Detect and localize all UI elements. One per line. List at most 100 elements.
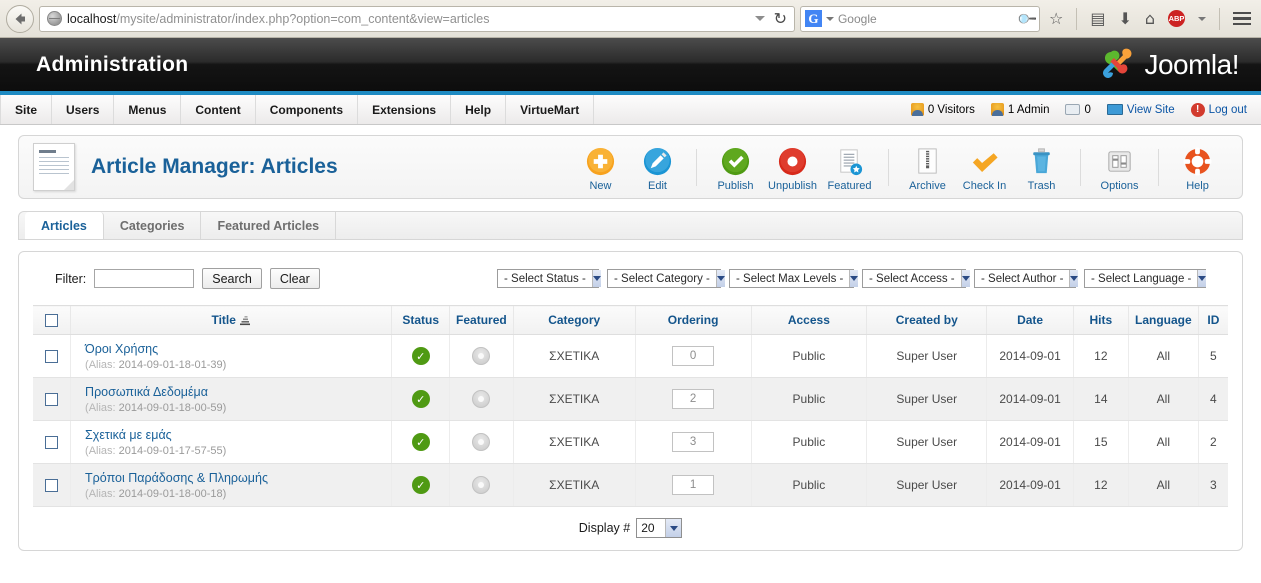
browser-search-box[interactable]: G Google 🔍 xyxy=(799,5,1040,32)
col-date[interactable]: Date xyxy=(986,305,1074,335)
messages-status[interactable]: 0 xyxy=(1065,104,1091,116)
article-title-link[interactable]: Όροι Χρήσης xyxy=(85,342,158,356)
view-site-label[interactable]: View Site xyxy=(1127,104,1175,116)
row-checkbox-cell xyxy=(33,334,71,378)
logout-link[interactable]: ! Log out xyxy=(1190,102,1247,117)
search-input[interactable] xyxy=(94,269,195,288)
row-access-cell: Public xyxy=(750,377,867,421)
checkin-button[interactable]: Check In xyxy=(956,143,1013,192)
trash-button[interactable]: Trash xyxy=(1013,143,1070,192)
chevron-down-icon xyxy=(715,270,725,287)
status-published-icon[interactable]: ✓ xyxy=(411,433,430,451)
select-all-checkbox[interactable] xyxy=(45,314,59,328)
magnifier-icon[interactable]: 🔍 xyxy=(1015,7,1038,30)
logout-label[interactable]: Log out xyxy=(1209,104,1247,116)
row-id-cell: 3 xyxy=(1197,463,1228,507)
row-created-by-cell: Super User xyxy=(866,463,987,507)
row-checkbox[interactable] xyxy=(45,393,59,407)
status-published-icon[interactable]: ✓ xyxy=(411,347,430,365)
menu-item-menus[interactable]: Menus xyxy=(114,95,182,124)
article-title-link[interactable]: Σχετικά με εμάς xyxy=(85,428,172,442)
menu-item-components[interactable]: Components xyxy=(256,95,359,124)
archive-button[interactable]: Archive xyxy=(899,143,956,192)
publish-button[interactable]: Publish xyxy=(707,143,764,192)
article-title-link[interactable]: Προσωπικά Δεδομέμα xyxy=(85,385,208,399)
alias-prefix: (Alias: xyxy=(85,487,116,500)
checkin-button-label: Check In xyxy=(962,179,1007,192)
select-author[interactable]: - Select Author - xyxy=(974,269,1079,288)
clear-button[interactable]: Clear xyxy=(269,268,320,289)
menu-item-site[interactable]: Site xyxy=(0,95,53,124)
display-count-select[interactable]: 20 xyxy=(636,518,683,538)
select-language[interactable]: - Select Language - xyxy=(1084,269,1207,288)
select-max-levels[interactable]: - Select Max Levels - xyxy=(729,269,859,288)
downloads-icon[interactable]: ⬇ xyxy=(1118,10,1131,27)
alias-prefix: (Alias: xyxy=(85,444,116,457)
article-title-link[interactable]: Τρόποι Παράδοσης & Πληρωμής xyxy=(85,471,268,485)
row-checkbox[interactable] xyxy=(45,436,59,450)
status-published-icon[interactable]: ✓ xyxy=(411,476,430,494)
address-bar[interactable]: localhost/mysite/administrator/index.php… xyxy=(39,5,795,32)
tab-articles[interactable]: Articles xyxy=(25,212,104,239)
menu-item-help[interactable]: Help xyxy=(451,95,507,124)
col-title[interactable]: Title xyxy=(70,305,392,335)
featured-off-icon[interactable] xyxy=(472,433,491,451)
help-button[interactable]: Help xyxy=(1169,143,1226,192)
col-language[interactable]: Language xyxy=(1127,305,1199,335)
toolbar-separator-1 xyxy=(696,148,697,186)
featured-off-icon[interactable] xyxy=(472,476,491,494)
article-alias: (Alias: 2014-09-01-18-00-59) xyxy=(85,402,385,414)
row-checkbox[interactable] xyxy=(45,479,59,493)
row-status-cell: ✓ xyxy=(391,377,450,421)
tab-categories[interactable]: Categories xyxy=(104,212,202,239)
col-category[interactable]: Category xyxy=(512,305,636,335)
menu-item-virtuemart[interactable]: VirtueMart xyxy=(506,95,595,124)
select-category[interactable]: - Select Category - xyxy=(607,269,725,288)
menu-item-users[interactable]: Users xyxy=(52,95,115,124)
ordering-input[interactable]: 2 xyxy=(672,389,715,409)
row-checkbox[interactable] xyxy=(45,350,59,364)
select-status[interactable]: - Select Status - xyxy=(497,269,601,288)
hamburger-menu-icon[interactable] xyxy=(1233,11,1251,26)
home-icon[interactable]: ⌂ xyxy=(1145,10,1155,27)
featured-off-icon[interactable] xyxy=(472,347,491,365)
browser-back-button[interactable] xyxy=(6,4,34,33)
caret-down-icon[interactable] xyxy=(754,16,765,21)
ordering-input[interactable]: 0 xyxy=(672,346,715,366)
ordering-input[interactable]: 1 xyxy=(672,475,715,495)
options-button[interactable]: Options xyxy=(1091,143,1148,192)
tab-featured-articles[interactable]: Featured Articles xyxy=(201,212,337,239)
row-access-cell: Public xyxy=(750,334,867,378)
col-created-by[interactable]: Created by xyxy=(866,305,987,335)
alias-value: 2014-09-01-17-57-55 xyxy=(118,444,223,457)
bookmark-star-icon[interactable]: ☆ xyxy=(1049,10,1063,27)
col-access[interactable]: Access xyxy=(750,305,867,335)
col-id[interactable]: ID xyxy=(1197,305,1228,335)
col-featured[interactable]: Featured xyxy=(448,305,514,335)
url-text: localhost/mysite/administrator/index.php… xyxy=(67,12,755,26)
search-button[interactable]: Search xyxy=(202,268,262,289)
adblock-caret-icon[interactable] xyxy=(1198,16,1206,21)
col-hits[interactable]: Hits xyxy=(1072,305,1129,335)
adblock-plus-icon[interactable]: ABP xyxy=(1168,10,1185,27)
ordering-input[interactable]: 3 xyxy=(672,432,715,452)
search-engine-caret-icon[interactable] xyxy=(825,16,834,21)
table-row: Σχετικά με εμάς (Alias: 2014-09-01-17-57… xyxy=(33,420,1228,464)
featured-button[interactable]: Featured xyxy=(821,143,878,192)
reload-icon[interactable]: ↻ xyxy=(774,10,787,27)
menu-item-extensions[interactable]: Extensions xyxy=(358,95,452,124)
edit-button[interactable]: Edit xyxy=(629,143,686,192)
unpublish-button[interactable]: Unpublish xyxy=(764,143,821,192)
col-ordering[interactable]: Ordering xyxy=(634,305,752,335)
alias-suffix: ) xyxy=(222,487,227,500)
search-input[interactable]: Google xyxy=(838,12,1015,26)
new-button[interactable]: New xyxy=(572,143,629,192)
menu-item-content[interactable]: Content xyxy=(181,95,256,124)
featured-off-icon[interactable] xyxy=(472,390,491,408)
row-featured-cell xyxy=(448,420,514,464)
col-status[interactable]: Status xyxy=(391,305,450,335)
reading-list-icon[interactable]: ▤ xyxy=(1090,10,1105,27)
view-site-link[interactable]: View Site xyxy=(1106,104,1175,116)
select-access[interactable]: - Select Access - xyxy=(862,269,970,288)
status-published-icon[interactable]: ✓ xyxy=(411,390,430,408)
